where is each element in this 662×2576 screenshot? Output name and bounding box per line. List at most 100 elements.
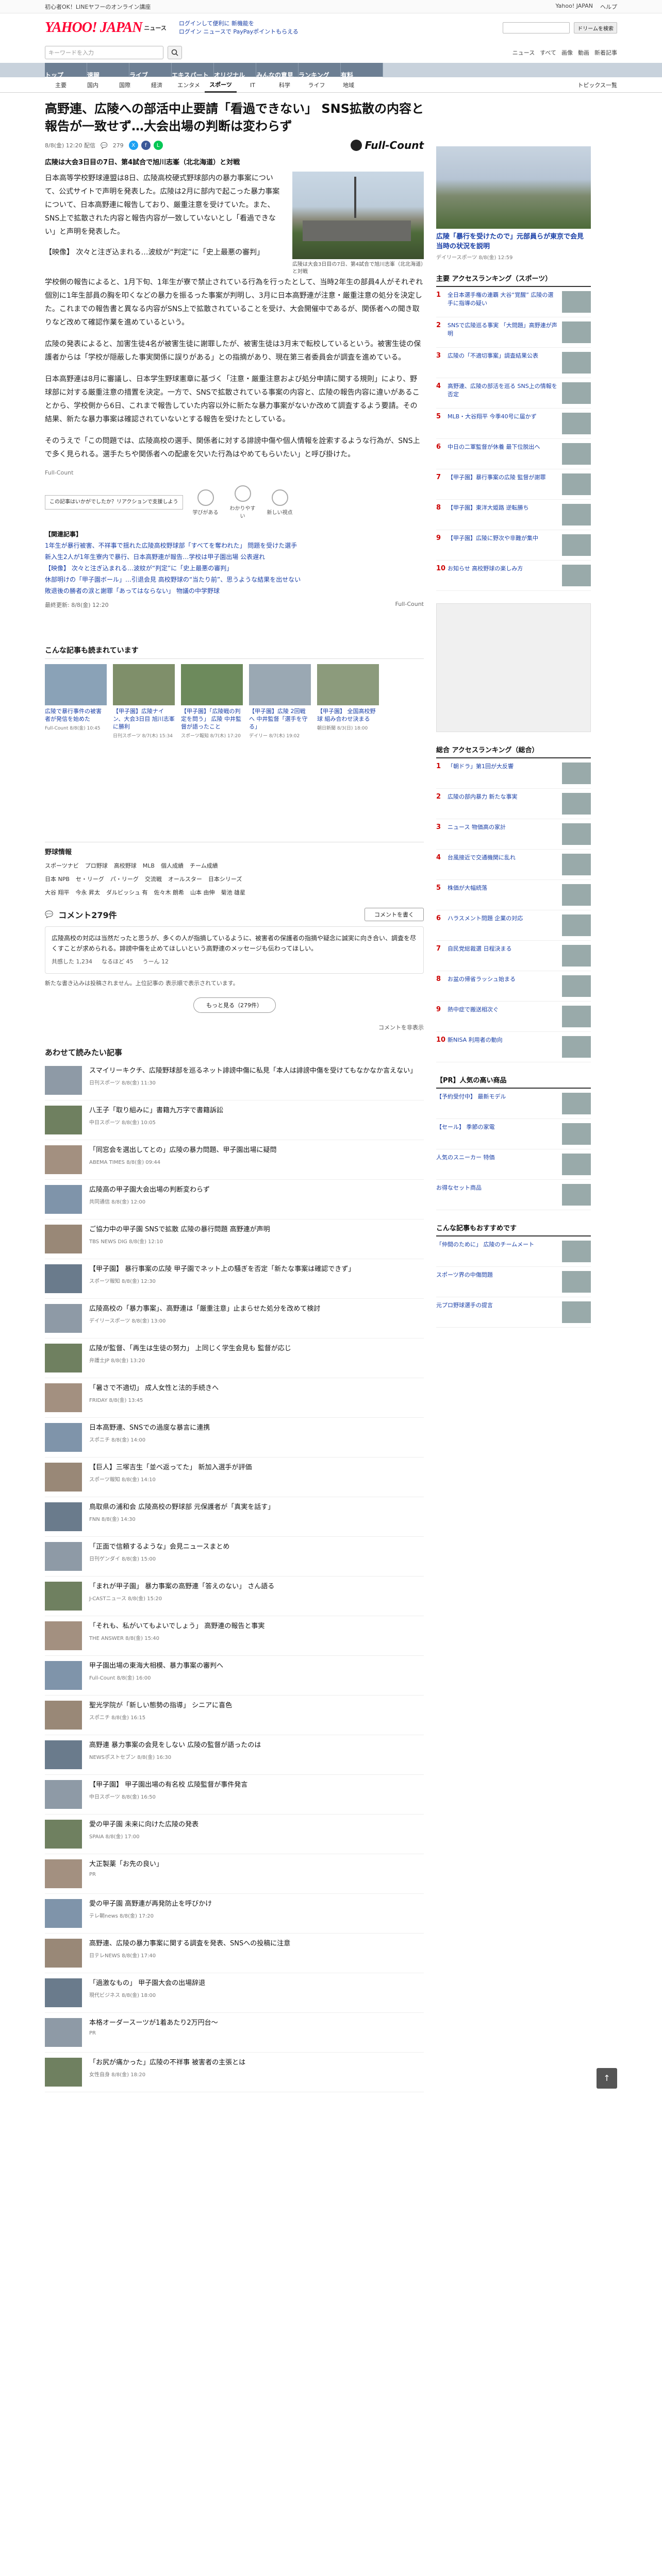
- search-scope-all[interactable]: すべて: [540, 48, 556, 57]
- nav-top[interactable]: トップ: [45, 63, 87, 79]
- bb-league-link[interactable]: セ・リーグ: [76, 875, 104, 883]
- recommend-card[interactable]: 【甲子園】広陵ナイン、大会3日目 旭川志峯に勝利 日刊スポーツ 8/7(木) 15…: [113, 664, 175, 739]
- more-list-item[interactable]: 愛の甲子園 高野連が再発防止を呼びかけ テレ朝news 8/8(金) 17:20: [45, 1894, 424, 1934]
- bb-league-link[interactable]: 日本シリーズ: [208, 875, 242, 883]
- nav-expert[interactable]: エキスパート: [172, 63, 214, 79]
- recommend-card[interactable]: 広陵で暴行事件の被害者が発信を始めた Full-Count 8/8(金) 10:4…: [45, 664, 107, 739]
- category-main[interactable]: 主要: [45, 81, 77, 89]
- reaction-new-view[interactable]: 新しい視点: [266, 489, 294, 516]
- publisher-logo[interactable]: Full-Count: [350, 139, 424, 151]
- ranking-item[interactable]: 9 熱中症で搬送相次ぐ: [436, 1002, 591, 1032]
- related-link[interactable]: 1年生が暴行被害、不祥事で揺れた広陵高校野球部「すべてを奪われた」 問題を受けた…: [45, 540, 424, 551]
- nav-breaking[interactable]: 速報: [87, 63, 129, 79]
- bb-tab[interactable]: スポーツナビ: [45, 861, 79, 870]
- more-list-item[interactable]: 【甲子園】 甲子園出場の有名校 広陵監督が事件発言 中日スポーツ 8/8(金) 1…: [45, 1775, 424, 1815]
- ranking-item[interactable]: 8 お盆の帰省ラッシュ始まる: [436, 971, 591, 1002]
- bb-player-link[interactable]: 今永 昇太: [76, 888, 101, 896]
- more-list-item[interactable]: 愛の甲子園 未来に向けた広陵の発表 SPAIA 8/8(金) 17:00: [45, 1815, 424, 1854]
- more-list-item[interactable]: 八王子「取り組みに」書籍九万字で書籍訴訟 中日スポーツ 8/8(金) 10:05: [45, 1100, 424, 1140]
- right-list-item[interactable]: 元プロ野球選手の提言: [436, 1297, 591, 1328]
- ranking-item[interactable]: 4 高野連、広陵の部活を巡る SNS上の情報を否定: [436, 378, 591, 409]
- category-local[interactable]: 地域: [333, 81, 365, 89]
- bb-player-link[interactable]: ダルビッシュ 有: [106, 888, 148, 896]
- more-list-item[interactable]: 【甲子園】 暴行事案の広陵 甲子園でネット上の騒ぎを否定「新たな事案は確認できず…: [45, 1259, 424, 1299]
- reaction-clear[interactable]: わかりやすい: [228, 485, 257, 519]
- ranking-item[interactable]: 8 【甲子園】東洋大姫路 逆転勝ち: [436, 500, 591, 530]
- more-list-item[interactable]: 本格オーダースーツが1着あたり2万円台〜 PR: [45, 2013, 424, 2053]
- more-list-item[interactable]: 聖光学院が「新しい態勢の指導」 シニアに喜色 スポニチ 8/8(金) 16:15: [45, 1696, 424, 1735]
- right-list-item[interactable]: 人気のスニーカー 特価: [436, 1149, 591, 1180]
- ranking-item[interactable]: 4 台風接近で交通機関に乱れ: [436, 850, 591, 880]
- related-link[interactable]: 休部明けの「甲子園ボール」…引退会見 高校野球の“当たり前”、思うような結果を出…: [45, 574, 424, 585]
- more-list-item[interactable]: 「同窓会を選出してとの」広陵の暴力問題、甲子園出場に疑問 ABEMA TIMES …: [45, 1140, 424, 1180]
- ranking-item[interactable]: 5 株価が大幅続落: [436, 880, 591, 910]
- header-search-input[interactable]: [503, 22, 570, 33]
- category-science[interactable]: 科学: [269, 81, 301, 89]
- recommend-card[interactable]: 【甲子園】広陵 2回戦へ 中井監督「選手を守る」 デイリー 8/7(木) 19:0…: [249, 664, 311, 739]
- comment-insight-button[interactable]: なるほど 45: [102, 957, 134, 967]
- search-scope-image[interactable]: 画像: [561, 48, 573, 57]
- share-x-icon[interactable]: X: [128, 141, 138, 150]
- nav-opinion[interactable]: みんなの意見: [256, 63, 299, 79]
- category-entertainment[interactable]: エンタメ: [173, 81, 205, 89]
- bb-tab[interactable]: 高校野球: [114, 861, 137, 870]
- more-list-item[interactable]: 「お尻が痛かった」広陵の不祥事 被害者の主張とは 女性自身 8/8(金) 18:2…: [45, 2053, 424, 2092]
- share-facebook-icon[interactable]: f: [141, 141, 151, 150]
- more-list-item[interactable]: スマイリーキクチ、広陵野球部を巡るネット誹謗中傷に私見「本人は誹謗中傷を受けても…: [45, 1061, 424, 1100]
- article-video-link[interactable]: 【映像】 次々と注ぎ込まれる…波紋が“判定”に「史上最悪の審判」: [45, 246, 285, 259]
- ranking-item[interactable]: 2 広陵の部内暴力 新たな事実: [436, 789, 591, 819]
- search-button[interactable]: [168, 46, 182, 59]
- bb-league-link[interactable]: 交流戦: [145, 875, 162, 883]
- bb-player-link[interactable]: 山本 由伸: [190, 888, 215, 896]
- right-list-item[interactable]: お得なセット商品: [436, 1180, 591, 1210]
- share-line-icon[interactable]: L: [153, 141, 163, 150]
- nav-ranking[interactable]: ランキング: [299, 63, 341, 79]
- bb-tab[interactable]: 個人成績: [161, 861, 184, 870]
- yahoo-logo[interactable]: YAHOO! JAPAN: [45, 20, 142, 36]
- more-list-item[interactable]: 広陵が監督、「再生は生徒の努力」 上同じく学生会見も 監督が応じ 弁護士JP 8/…: [45, 1338, 424, 1378]
- section-name[interactable]: ニュース: [144, 24, 166, 32]
- ranking-item[interactable]: 1 全日本選手権の連覇 大谷“覚醒” 広陵の選手に指導の疑い: [436, 287, 591, 317]
- more-list-item[interactable]: 大正製薬「お先の良い」 PR: [45, 1854, 424, 1894]
- category-domestic[interactable]: 国内: [77, 81, 109, 89]
- more-list-item[interactable]: 日本高野連、SNSでの過度な暴言に連携 スポニチ 8/8(金) 14:00: [45, 1418, 424, 1458]
- more-list-item[interactable]: 「過激なもの」 甲子園大会の出場辞退 現代ビジネス 8/8(金) 18:00: [45, 1973, 424, 2013]
- ranking-item[interactable]: 3 ニュース 物価高の家計: [436, 819, 591, 850]
- ranking-item[interactable]: 7 自民党総裁選 日程決まる: [436, 941, 591, 971]
- search-scope-video[interactable]: 動画: [578, 48, 589, 57]
- related-link[interactable]: 敗退後の勝者の涙と謝罪「あってはならない」 物議の中学野球: [45, 585, 424, 597]
- bb-tab[interactable]: プロ野球: [85, 861, 108, 870]
- nav-paid[interactable]: 有料: [341, 63, 383, 79]
- help-link[interactable]: ヘルプ: [600, 3, 617, 11]
- more-list-item[interactable]: 広陵高の甲子園大会出場の判断変わらず 共同通信 8/8(金) 12:00: [45, 1180, 424, 1219]
- more-list-item[interactable]: 鳥取県の浦和会 広陵高校の野球部 元保護者が「真実を話す」 FNN 8/8(金) …: [45, 1497, 424, 1537]
- hide-comments-checkbox[interactable]: コメントを非表示: [45, 1023, 424, 1031]
- ranking-item[interactable]: 2 SNSで広陵巡る事実 「大問題」高野連が声明: [436, 317, 591, 348]
- bb-player-link[interactable]: 佐々木 朗希: [154, 888, 185, 896]
- ranking-item[interactable]: 3 広陵の「不適切事案」調査結果公表: [436, 348, 591, 378]
- ranking-item[interactable]: 10 お知らせ 高校野球の楽しみ方: [436, 561, 591, 591]
- login-promo-link[interactable]: ログインして便利に 新機能を: [179, 20, 299, 28]
- more-list-item[interactable]: 広陵高校の「暴力事案」、高野連は「厳重注意」止まらせた処分を改めて検討 デイリース…: [45, 1299, 424, 1338]
- nav-original[interactable]: オリジナル: [214, 63, 256, 79]
- ranking-item[interactable]: 1 「朝ドラ」第1回が大反響: [436, 758, 591, 789]
- source-end[interactable]: Full-Count: [395, 601, 424, 609]
- bb-player-link[interactable]: 菊池 雄星: [221, 888, 246, 896]
- related-link[interactable]: 【映像】 次々と注ぎ込まれる…波紋が“判定”に「史上最悪の審判」: [45, 563, 424, 574]
- category-it[interactable]: IT: [237, 82, 269, 89]
- bb-league-link[interactable]: 日本 NPB: [45, 875, 70, 883]
- paypay-promo-link[interactable]: ログイン ニュースで PayPayポイントもらえる: [179, 28, 299, 36]
- comment-icon[interactable]: 💬: [101, 142, 108, 149]
- promo-link[interactable]: 初心者OK！LINEヤフーのオンライン講座: [45, 3, 151, 11]
- right-list-item[interactable]: 「仲間のために」 広陵のチームメート: [436, 1236, 591, 1267]
- bb-player-link[interactable]: 大谷 翔平: [45, 888, 70, 896]
- topics-list-link[interactable]: トピックス一覧: [577, 81, 617, 89]
- ranking-item[interactable]: 10 新NISA 利用者の動向: [436, 1032, 591, 1062]
- yahoo-home-link[interactable]: Yahoo! JAPAN: [555, 3, 593, 11]
- search-scope-news[interactable]: ニュース: [512, 48, 535, 57]
- latest-link[interactable]: 新着記事: [594, 48, 617, 57]
- reaction-learn[interactable]: 学びがある: [191, 489, 220, 516]
- category-world[interactable]: 国際: [109, 81, 141, 89]
- ranking-item[interactable]: 6 ハラスメント問題 企業の対応: [436, 910, 591, 941]
- recommend-card[interactable]: 【甲子園】 全国高校野球 組み合わせ決まる 朝日新聞 8/3(日) 18:00: [317, 664, 379, 739]
